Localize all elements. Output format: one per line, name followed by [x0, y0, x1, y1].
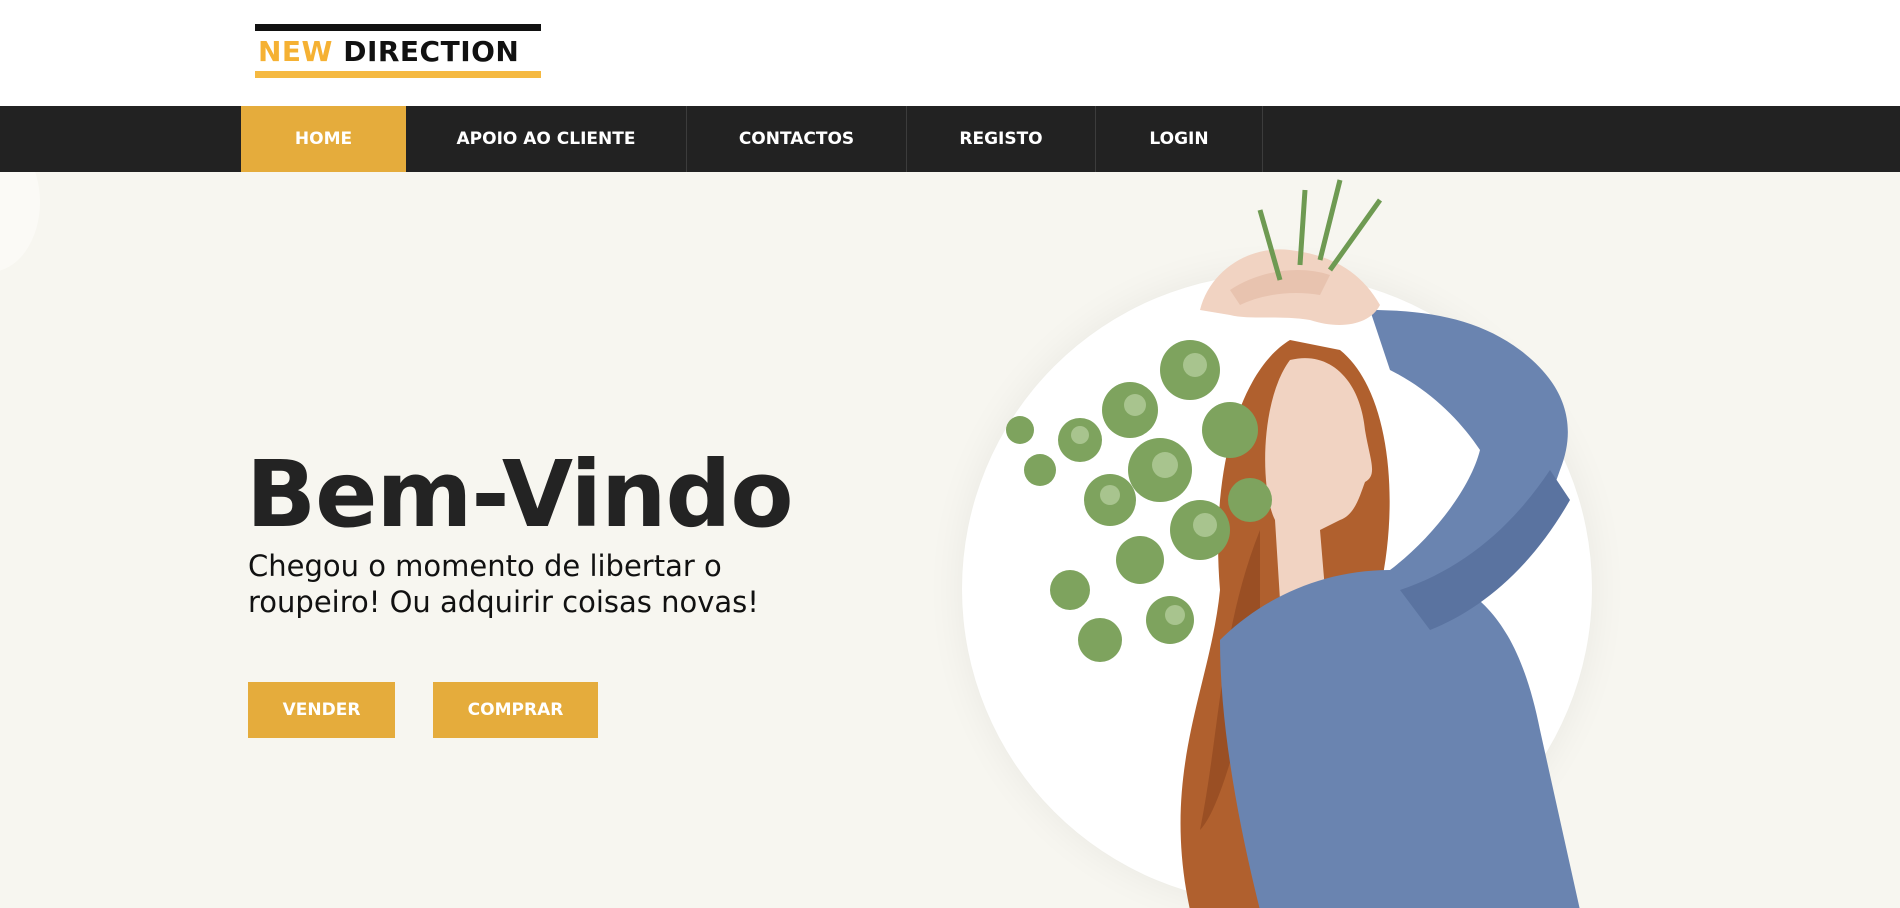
logo-word-new: NEW: [258, 35, 333, 68]
decorative-corner-shape: [0, 172, 40, 272]
main-navbar: HOME APOIO AO CLIENTE CONTACTOS REGISTO …: [0, 106, 1900, 172]
header: NEW DIRECTION: [0, 0, 1900, 106]
logo-text: NEW DIRECTION: [258, 36, 519, 68]
nav-menu: HOME APOIO AO CLIENTE CONTACTOS REGISTO …: [241, 106, 1263, 172]
nav-item-apoio-ao-cliente[interactable]: APOIO AO CLIENTE: [406, 106, 687, 172]
hero-title: Bem-Vindo: [246, 441, 794, 548]
nav-item-login[interactable]: LOGIN: [1096, 106, 1263, 172]
logo-top-bar: [255, 24, 541, 31]
nav-item-home[interactable]: HOME: [241, 106, 406, 172]
hero-woman-with-flowers-image: [1006, 179, 1580, 908]
logo[interactable]: NEW DIRECTION: [255, 24, 541, 82]
logo-bottom-bar: [255, 71, 541, 78]
hero-section: Bem-Vindo Chegou o momento de libertar o…: [0, 172, 1900, 908]
comprar-button[interactable]: COMPRAR: [433, 682, 598, 738]
vender-button[interactable]: VENDER: [248, 682, 395, 738]
logo-word-direction: DIRECTION: [343, 35, 520, 68]
hero-subtitle: Chegou o momento de libertar o roupeiro!…: [248, 549, 759, 619]
nav-item-registo[interactable]: REGISTO: [907, 106, 1096, 172]
nav-item-contactos[interactable]: CONTACTOS: [687, 106, 907, 172]
